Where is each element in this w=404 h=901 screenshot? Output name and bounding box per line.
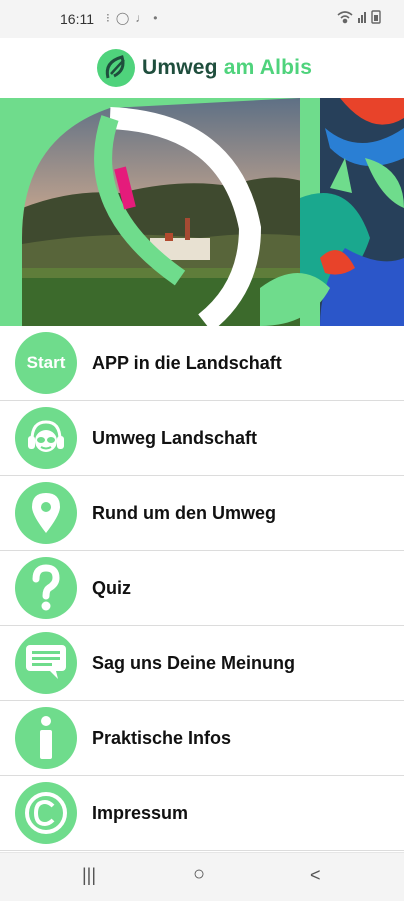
menu-item-rund-um-den-umweg[interactable]: Rund um den Umweg: [0, 476, 404, 551]
status-left-icons: ⁝◯♩•: [106, 11, 163, 25]
logo-word-am-albis: am Albis: [223, 56, 313, 79]
status-right-icons: [336, 9, 386, 28]
hero-illustration: [0, 98, 404, 326]
menu-item-impressum[interactable]: Impressum: [0, 776, 404, 851]
map-pin-icon: [15, 482, 77, 544]
logo-text: Umweg am Albis: [142, 56, 312, 80]
status-bar: 16:11 ⁝◯♩•: [0, 0, 404, 38]
notification-icon: ⁝: [106, 11, 116, 25]
leaf-logo-icon: [97, 49, 135, 87]
menu-item-label: APP in die Landschaft: [92, 353, 282, 373]
circle-icon: ◯: [115, 11, 136, 25]
home-button[interactable]: ○: [193, 863, 205, 886]
app-header: Umweg am Albis: [0, 38, 404, 98]
menu-item-umweg-landschaft[interactable]: Umweg Landschaft: [0, 401, 404, 476]
dot-icon: •: [153, 11, 164, 25]
start-icon-text: Start: [26, 353, 66, 372]
main-menu: Start APP in die Landschaft Umweg Landsc…: [0, 326, 404, 851]
headphones-face-icon: [15, 407, 77, 469]
menu-item-label: Umweg Landschaft: [92, 428, 258, 448]
menu-item-quiz[interactable]: Quiz: [0, 551, 404, 626]
menu-item-label: Impressum: [92, 803, 189, 823]
info-icon: [15, 707, 77, 769]
menu-item-label: Praktische Infos: [92, 728, 232, 748]
start-icon: Start: [15, 332, 77, 394]
system-nav-bar: ||| ○ <: [0, 852, 404, 901]
signal-icon: [358, 12, 366, 23]
speech-bubble-icon: [15, 632, 77, 694]
logo-word-umweg: Umweg: [142, 56, 218, 79]
menu-item-label: Sag uns Deine Meinung: [92, 653, 296, 673]
battery-icon: [371, 10, 381, 24]
wifi-icon: [337, 11, 353, 24]
menu-item-app-in-die-landschaft[interactable]: Start APP in die Landschaft: [0, 326, 404, 401]
back-button[interactable]: <: [310, 865, 321, 886]
question-mark-icon: [15, 557, 77, 619]
menu-item-label: Quiz: [92, 578, 131, 598]
menu-item-label: Rund um den Umweg: [92, 503, 276, 523]
app-logo[interactable]: Umweg am Albis: [96, 48, 312, 88]
menu-item-sag-uns-deine-meinung[interactable]: Sag uns Deine Meinung: [0, 626, 404, 701]
menu-item-praktische-infos[interactable]: Praktische Infos: [0, 701, 404, 776]
recents-button[interactable]: |||: [82, 865, 96, 886]
copyright-icon: [15, 782, 77, 844]
hero-banner: [0, 98, 404, 326]
status-time: 16:11: [60, 11, 94, 27]
mic-icon: ♩: [135, 11, 154, 25]
